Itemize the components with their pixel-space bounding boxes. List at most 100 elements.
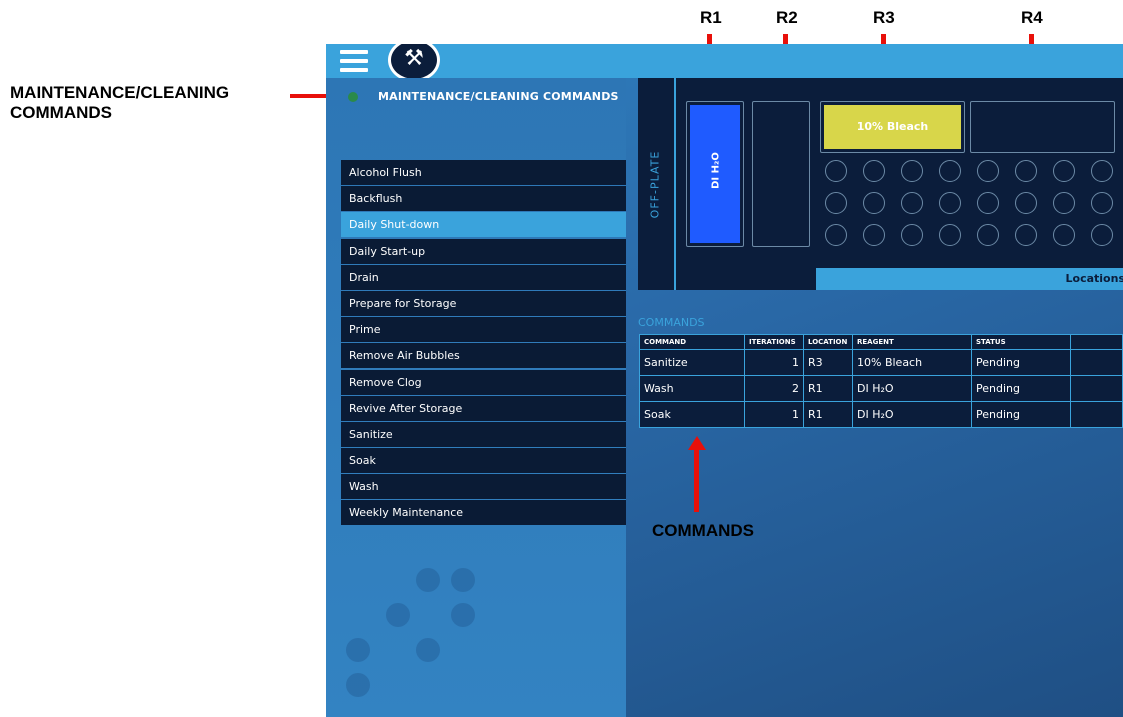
command-item-prepare-for-storage[interactable]: Prepare for Storage [341,290,626,316]
well[interactable] [977,224,999,246]
well[interactable] [977,192,999,214]
sidebar-indicator-icon [348,92,358,102]
command-item-remove-clog[interactable]: Remove Clog [341,369,626,395]
well[interactable] [1091,192,1113,214]
decorative-dot [416,638,440,662]
reservoir-r3[interactable]: 10% Bleach [820,101,965,153]
command-item-daily-start-up[interactable]: Daily Start-up [341,238,626,264]
plate-divider [674,78,676,290]
commands-title: COMMANDS [638,316,705,329]
decorative-dot [346,638,370,662]
sidebar-title: MAINTENANCE/CLEANING COMMANDS [378,90,619,103]
cell-extra [1070,401,1123,428]
header-status: STATUS [971,334,1071,350]
well[interactable] [901,224,923,246]
cell-status: Pending [971,375,1071,402]
well[interactable] [825,160,847,182]
decorative-dot [451,568,475,592]
well[interactable] [863,160,885,182]
cell-iterations: 2 [744,375,804,402]
command-item-daily-shut-down[interactable]: Daily Shut-down [341,212,626,238]
decorative-dot [451,603,475,627]
header-location: LOCATION [803,334,853,350]
well[interactable] [939,160,961,182]
top-bar: ⚒ [326,44,1123,82]
cell-location: R1 [803,401,853,428]
table-row[interactable]: Soak 1 R1 DI H₂O Pending [639,401,1123,428]
command-item-remove-air-bubbles[interactable]: Remove Air Bubbles [341,343,626,369]
offplate-label: OFF-PLATE [648,150,662,219]
cell-command: Soak [639,401,745,428]
reservoir-r1[interactable]: DI H₂O [686,101,744,247]
well[interactable] [1053,224,1075,246]
well[interactable] [1053,160,1075,182]
command-item-drain[interactable]: Drain [341,264,626,290]
sidebar: MAINTENANCE/CLEANING COMMANDS Alcohol Fl… [326,78,626,717]
cell-reagent: DI H₂O [852,375,972,402]
decorative-dot [346,673,370,697]
plate-area: OFF-PLATE DI H₂O 10% Bleach Locations [638,78,1123,290]
command-item-wash[interactable]: Wash [341,474,626,500]
well[interactable] [1015,160,1037,182]
well[interactable] [939,224,961,246]
command-item-alcohol-flush[interactable]: Alcohol Flush [341,160,626,185]
cell-reagent: 10% Bleach [852,349,972,376]
annotation-r1: R1 [700,8,722,27]
decorative-dot [386,603,410,627]
decorative-dot [416,568,440,592]
well[interactable] [1053,192,1075,214]
table-row[interactable]: Sanitize 1 R3 10% Bleach Pending [639,349,1123,376]
well[interactable] [1091,160,1113,182]
header-command: COMMAND [639,334,745,350]
well[interactable] [863,192,885,214]
well[interactable] [939,192,961,214]
table-header-row: COMMAND ITERATIONS LOCATION REAGENT STAT… [639,334,1123,350]
table-row[interactable]: Wash 2 R1 DI H₂O Pending [639,375,1123,402]
command-list: Alcohol Flush Backflush Daily Shut-down … [341,160,626,527]
app-window: ⚒ MAINTENANCE/CLEANING COMMANDS Alcohol … [326,44,1123,717]
command-item-revive-after-storage[interactable]: Revive After Storage [341,395,626,421]
cell-iterations: 1 [744,401,804,428]
reservoir-r3-label: 10% Bleach [824,105,961,149]
command-item-sanitize[interactable]: Sanitize [341,421,626,447]
command-item-soak[interactable]: Soak [341,448,626,474]
reservoir-r2[interactable] [752,101,810,247]
well[interactable] [901,160,923,182]
main-panel: OFF-PLATE DI H₂O 10% Bleach Locations CO… [626,78,1123,717]
reservoir-r1-label: DI H₂O [710,152,722,189]
well[interactable] [1091,224,1113,246]
tools-icon[interactable]: ⚒ [388,44,440,82]
well[interactable] [825,192,847,214]
well[interactable] [977,160,999,182]
well[interactable] [901,192,923,214]
header-iterations: ITERATIONS [744,334,804,350]
well[interactable] [1015,224,1037,246]
cell-reagent: DI H₂O [852,401,972,428]
annotation-maintenance-label: MAINTENANCE/CLEANING COMMANDS [10,83,230,122]
reservoir-r4[interactable] [970,101,1115,153]
cell-iterations: 1 [744,349,804,376]
command-item-backflush[interactable]: Backflush [341,186,626,212]
locations-tab[interactable]: Locations [816,268,1123,290]
command-item-prime[interactable]: Prime [341,317,626,343]
well[interactable] [1015,192,1037,214]
header-reagent: REAGENT [852,334,972,350]
cell-command: Wash [639,375,745,402]
cell-command: Sanitize [639,349,745,376]
reservoir-r1-fill: DI H₂O [690,105,740,243]
cell-extra [1070,375,1123,402]
cell-extra [1070,349,1123,376]
well[interactable] [825,224,847,246]
annotation-commands: COMMANDS [652,521,754,540]
menu-icon[interactable] [340,50,368,72]
cell-status: Pending [971,349,1071,376]
header-extra [1070,334,1123,350]
cell-location: R1 [803,375,853,402]
cell-status: Pending [971,401,1071,428]
annotation-arrow-commands [694,448,699,512]
annotation-r4: R4 [1021,8,1043,27]
command-item-weekly-maintenance[interactable]: Weekly Maintenance [341,500,626,526]
annotation-r2: R2 [776,8,798,27]
well[interactable] [863,224,885,246]
commands-table: COMMAND ITERATIONS LOCATION REAGENT STAT… [639,334,1123,428]
